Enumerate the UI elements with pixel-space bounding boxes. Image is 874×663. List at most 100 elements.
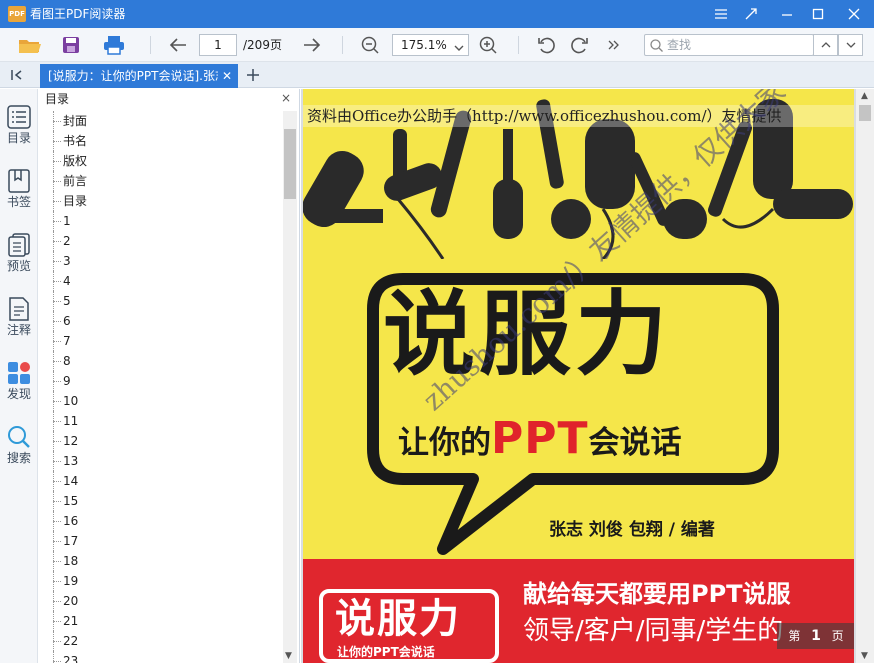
- scroll-thumb[interactable]: [284, 129, 296, 199]
- tab-label: [说服力：让你的PPT会说话].张志: [48, 69, 218, 83]
- sidebar-rail: 目录 书签 预览 注释 发现 搜索: [0, 89, 38, 663]
- page-indicator: 第 1 页: [777, 623, 854, 649]
- bookmark-icon: [8, 169, 30, 193]
- toolbar-divider: [518, 36, 519, 54]
- outline-item[interactable]: 4: [39, 271, 281, 291]
- rail-item-search[interactable]: 搜索: [0, 425, 38, 485]
- outline-item[interactable]: 14: [39, 471, 281, 491]
- outline-item[interactable]: 9: [39, 371, 281, 391]
- tab-document[interactable]: [说服力：让你的PPT会说话].张志 ✕: [40, 64, 238, 88]
- toolbar-divider: [150, 36, 151, 54]
- rail-item-notes[interactable]: 注释: [0, 297, 38, 357]
- outline-scrollbar[interactable]: ▼: [283, 111, 297, 663]
- outline-item[interactable]: 17: [39, 531, 281, 551]
- subtitle-part-a: 让你的: [398, 425, 491, 461]
- cover-authors: 张志 刘俊 包翔 / 编著: [549, 520, 715, 540]
- outline-item[interactable]: 5: [39, 291, 281, 311]
- zoom-select[interactable]: 175.1%: [392, 34, 469, 56]
- zoom-value: 175.1%: [401, 38, 447, 52]
- document-viewer[interactable]: 资料由Office办公助手（http://www.officezhushou.c…: [301, 89, 874, 663]
- preview-icon: [8, 233, 30, 257]
- tab-close-icon[interactable]: ✕: [222, 64, 232, 88]
- search-field[interactable]: 查找: [644, 34, 814, 56]
- outline-item[interactable]: 12: [39, 431, 281, 451]
- toolbar-divider: [342, 36, 343, 54]
- app-logo: PDF: [8, 6, 26, 22]
- band-title: 说服力: [335, 596, 461, 642]
- search-next-button[interactable]: [838, 34, 863, 56]
- outline-item[interactable]: 6: [39, 311, 281, 331]
- rail-item-discover[interactable]: 发现: [0, 361, 38, 421]
- outline-item[interactable]: 前言: [39, 171, 281, 191]
- outline-item[interactable]: 2: [39, 231, 281, 251]
- scroll-down-icon[interactable]: ▼: [861, 651, 868, 661]
- outline-list: 封面 书名 版权 前言 目录 1 2 3 4 5 6 7 8 9 10 11 12 13 14 15 16 17 18 19 2…: [39, 111, 281, 663]
- rotate-left-icon[interactable]: [534, 31, 558, 59]
- outline-item[interactable]: 22: [39, 631, 281, 651]
- search-icon: [650, 39, 663, 55]
- outline-close-icon[interactable]: ×: [281, 91, 291, 105]
- outline-item[interactable]: 版权: [39, 151, 281, 171]
- outline-item[interactable]: 8: [39, 351, 281, 371]
- outline-item[interactable]: 23: [39, 651, 281, 663]
- outline-item[interactable]: 16: [39, 511, 281, 531]
- zoom-out-icon[interactable]: [358, 31, 382, 59]
- more-tools-icon[interactable]: [604, 31, 624, 59]
- save-icon[interactable]: [58, 31, 84, 59]
- rail-item-preview[interactable]: 预览: [0, 233, 38, 293]
- page-indicator-number: 1: [811, 628, 821, 644]
- search-prev-button[interactable]: [813, 34, 838, 56]
- scroll-down-icon[interactable]: ▼: [285, 651, 292, 661]
- outline-title: 目录: [45, 92, 70, 106]
- outline-item[interactable]: 封面: [39, 111, 281, 131]
- menu-icon[interactable]: [706, 0, 736, 28]
- chevron-down-icon: [454, 39, 464, 59]
- outline-item[interactable]: 1: [39, 211, 281, 231]
- outline-panel: 目录 × 封面 书名 版权 前言 目录 1 2 3 4 5 6 7 8 9 10 11 12 13 14 15 16 17…: [39, 89, 300, 663]
- toolbar: 1 /209页 175.1% 查找: [0, 28, 874, 62]
- zoom-in-icon[interactable]: [476, 31, 500, 59]
- outline-item[interactable]: 11: [39, 411, 281, 431]
- skin-icon[interactable]: [736, 0, 766, 28]
- minimize-button[interactable]: [772, 0, 802, 28]
- outline-item[interactable]: 7: [39, 331, 281, 351]
- band-subtitle: 让你的PPT会说话: [337, 645, 435, 659]
- outline-item[interactable]: 21: [39, 611, 281, 631]
- discover-icon: [8, 362, 30, 384]
- slogan-line-2: 领导/客户/同事/学生的: [523, 616, 784, 646]
- search-icon: [8, 426, 30, 448]
- slogan-line-1: 献给每天都要用PPT说服: [523, 580, 791, 608]
- rail-item-outline[interactable]: 目录: [0, 105, 38, 165]
- maximize-button[interactable]: [803, 0, 833, 28]
- outline-item[interactable]: 13: [39, 451, 281, 471]
- open-folder-icon[interactable]: [16, 31, 44, 59]
- list-icon: [7, 105, 31, 129]
- scroll-up-icon[interactable]: ▲: [861, 91, 868, 101]
- rail-label: 预览: [6, 259, 31, 273]
- outline-item[interactable]: 19: [39, 571, 281, 591]
- outline-item[interactable]: 书名: [39, 131, 281, 151]
- rail-item-bookmark[interactable]: 书签: [0, 169, 38, 229]
- page-indicator-suffix: 页: [831, 629, 844, 643]
- outline-item[interactable]: 3: [39, 251, 281, 271]
- outline-item[interactable]: 18: [39, 551, 281, 571]
- page-number-input[interactable]: 1: [199, 34, 237, 56]
- next-page-icon[interactable]: [300, 31, 324, 59]
- scroll-thumb[interactable]: [859, 105, 871, 121]
- band-title-box: 说服力 让你的PPT会说话: [319, 589, 499, 663]
- cover-red-band: 说服力 让你的PPT会说话 献给每天都要用PPT说服 领导/客户/同事/学生的: [303, 559, 854, 663]
- print-icon[interactable]: [100, 31, 128, 59]
- collapse-sidebar-icon[interactable]: [8, 67, 28, 83]
- note-icon: [9, 297, 29, 321]
- prev-page-icon[interactable]: [166, 31, 190, 59]
- outline-item[interactable]: 15: [39, 491, 281, 511]
- outline-item[interactable]: 10: [39, 391, 281, 411]
- add-tab-icon[interactable]: [244, 66, 262, 84]
- rotate-right-icon[interactable]: [568, 31, 592, 59]
- outline-item[interactable]: 目录: [39, 191, 281, 211]
- viewer-scrollbar[interactable]: ▲ ▼: [856, 89, 874, 663]
- close-button[interactable]: [839, 0, 869, 28]
- rail-label: 目录: [6, 131, 31, 145]
- rail-label: 发现: [6, 387, 31, 401]
- outline-item[interactable]: 20: [39, 591, 281, 611]
